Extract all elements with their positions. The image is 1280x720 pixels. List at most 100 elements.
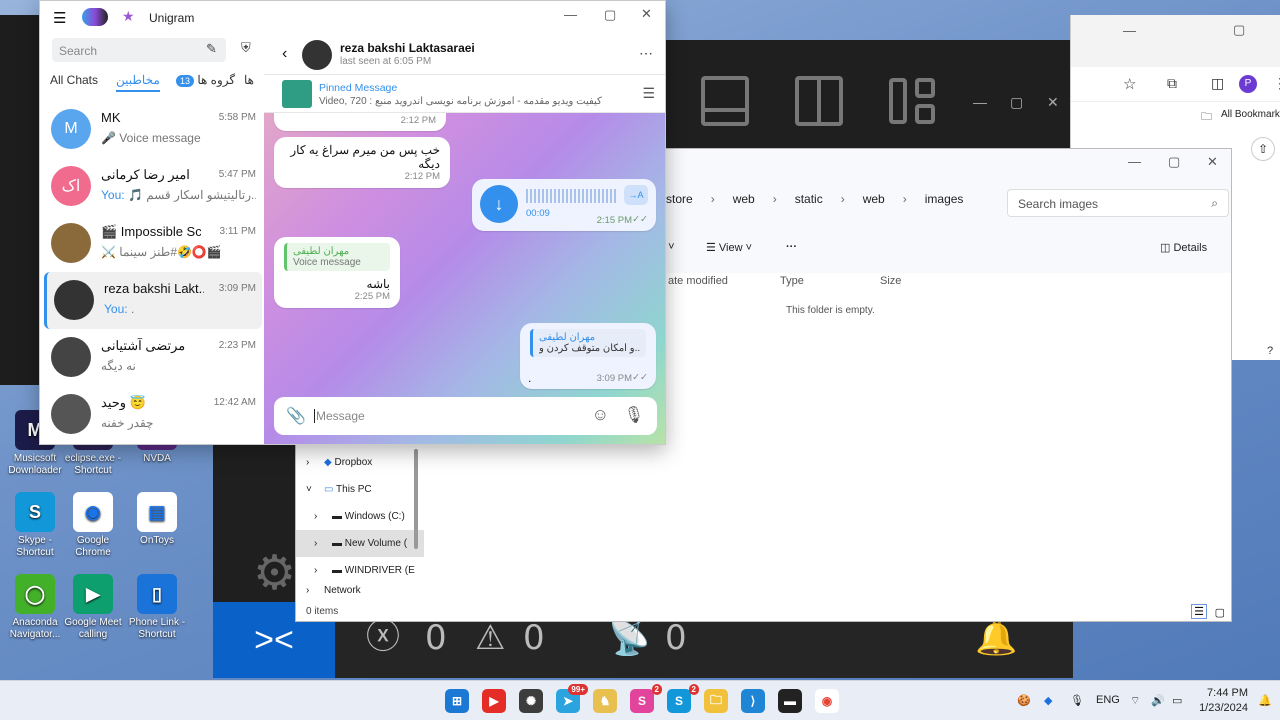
view-button[interactable]: ☰ View ˅	[706, 241, 752, 254]
layout-panel-icon[interactable]	[701, 76, 749, 126]
message-bubble[interactable]: 2:12 PM	[274, 113, 446, 131]
breadcrumb-item[interactable]: static	[795, 192, 823, 206]
emoji-icon[interactable]: ☺	[592, 405, 609, 425]
speech-to-text-button[interactable]: →A	[624, 185, 648, 205]
voice-message-bubble[interactable]: ↓ →A 00:09 2:15 PM ✓✓	[472, 179, 656, 231]
message-input[interactable]: Message	[314, 409, 365, 423]
desktop-shortcut[interactable]: ▯ Phone Link - Shortcut	[128, 574, 186, 641]
profile-avatar[interactable]: P	[1239, 75, 1257, 93]
search-input[interactable]: Search images ⌕	[1007, 189, 1229, 217]
star-icon[interactable]: ☆	[1123, 75, 1136, 93]
tray-app-icon[interactable]: 🍪	[1017, 694, 1031, 707]
minimize-icon[interactable]: —	[973, 94, 987, 110]
sidepanel-icon[interactable]: ◫	[1211, 75, 1224, 92]
tab-all-chats[interactable]: All Chats	[50, 73, 98, 87]
maximize-icon[interactable]: ▢	[604, 7, 616, 23]
message-bubble[interactable]: مهران لطیفی و امکان متوقف کردن و... . 3:…	[520, 323, 656, 389]
desktop-shortcut[interactable]: ◉ Google Chrome	[64, 492, 122, 559]
desktop-shortcut[interactable]: ◯ Anaconda Navigator...	[6, 574, 64, 641]
microphone-icon[interactable]: 🎙	[1070, 694, 1084, 707]
message-bubble[interactable]: خب پس من میرم سراغ یه کار دیگه 2:12 PM	[274, 137, 450, 188]
dropbox-tray-icon[interactable]: ◆	[1044, 694, 1052, 707]
pinned-message-bar[interactable]: Pinned Message Video, 720 : کیفیت ویدیو …	[264, 75, 665, 113]
youtube-icon[interactable]: ▶	[482, 689, 506, 713]
search-input[interactable]: Search	[52, 38, 226, 62]
compose-icon[interactable]: ✎	[206, 41, 217, 57]
download-icon[interactable]: ↓	[480, 185, 518, 223]
tiles-view-icon[interactable]: ▢	[1215, 606, 1225, 619]
chat-list-item[interactable]: M MK 5:58 PM 🎤 Voice message	[44, 101, 262, 158]
telegram-taskbar-icon[interactable]: ➤ 99+	[556, 684, 588, 713]
chrome-icon[interactable]: ◉	[815, 689, 839, 713]
skype-taskbar-icon[interactable]: S2	[630, 684, 662, 713]
close-icon[interactable]: ✕	[1047, 94, 1059, 111]
chatgpt-icon[interactable]: ✺	[519, 689, 543, 713]
chat-list-item[interactable]: اک امیر رضا کرمانی 5:47 PM You: 🎵 رتالیتیشو…	[44, 158, 262, 215]
app-icon[interactable]: ♞	[593, 689, 617, 713]
skype-icon[interactable]: S2	[667, 684, 699, 713]
chat-list-item[interactable]: 🎬 Impossible Sce... 3:11 PM ⚔️ طنز سینما#…	[44, 215, 262, 272]
chat-list-item[interactable]: وحید 😇 12:42 AM چقدر خفنه	[44, 386, 262, 443]
breadcrumb-item[interactable]: web	[863, 192, 885, 206]
more-options-icon[interactable]: ⋯	[639, 45, 653, 62]
message-bubble[interactable]: مهران لطیفی Voice message باشه 2:25 PM	[274, 237, 400, 308]
tab-groups[interactable]: گروه ها 13	[176, 73, 235, 87]
desktop-shortcut[interactable]: ▶ Google Meet calling	[64, 574, 122, 641]
volume-icon[interactable]: 🔊	[1151, 694, 1165, 707]
maximize-icon[interactable]: ▢	[1168, 154, 1180, 170]
notification-icon[interactable]: 🔔	[1258, 694, 1272, 707]
nav-item-windriver[interactable]: › ▬ WINDRIVER (E	[296, 557, 424, 584]
attach-icon[interactable]: 📎	[286, 406, 306, 426]
layout-custom-icon[interactable]	[889, 78, 937, 126]
breadcrumb-item[interactable]: store	[666, 192, 693, 206]
nav-item-dropbox[interactable]: › ◆ Dropbox	[296, 449, 424, 476]
hamburger-menu-icon[interactable]: ☰	[53, 9, 66, 27]
back-icon[interactable]: ‹	[282, 45, 287, 63]
bell-icon[interactable]: 🔔	[975, 618, 1017, 658]
clock[interactable]: 7:44 PM 1/23/2024	[1192, 686, 1248, 716]
minimize-icon[interactable]: —	[1123, 23, 1136, 38]
close-icon[interactable]: ✕	[1207, 154, 1218, 170]
nav-item-new-volume[interactable]: › ▬ New Volume (	[296, 530, 424, 557]
shield-icon[interactable]: ⛨	[241, 40, 251, 56]
vscode-icon[interactable]: ⟩	[741, 689, 765, 713]
ports-icon[interactable]: 📡	[608, 618, 650, 658]
pinned-list-icon[interactable]: ☰	[642, 85, 655, 102]
nav-item-windows-c[interactable]: › ▬ Windows (C:)	[296, 503, 424, 530]
reply-preview[interactable]: مهران لطیفی و امکان متوقف کردن و...	[530, 329, 646, 357]
column-size[interactable]: Size	[880, 275, 901, 287]
wifi-icon[interactable]: ⌔	[1130, 694, 1140, 708]
file-explorer-icon[interactable]: 🗀	[704, 689, 728, 713]
extensions-icon[interactable]: ⧉	[1167, 75, 1177, 92]
nav-scrollbar[interactable]	[414, 449, 418, 549]
microphone-icon[interactable]: 🎙	[624, 405, 644, 425]
help-icon[interactable]: ?	[1267, 345, 1273, 357]
maximize-icon[interactable]: ▢	[1010, 94, 1023, 111]
breadcrumb-item[interactable]: images	[925, 192, 964, 206]
details-button[interactable]: ◫ Details	[1160, 241, 1207, 254]
desktop-shortcut[interactable]: ▤ OnToys	[128, 492, 186, 547]
start-icon[interactable]: ⊞	[445, 689, 469, 713]
close-icon[interactable]: ✕	[641, 6, 652, 22]
chrome-menu-icon[interactable]: ⋮	[1273, 75, 1280, 92]
maximize-icon[interactable]: ▢	[1233, 22, 1245, 38]
battery-icon[interactable]: ▭	[1172, 694, 1182, 707]
tab-contacts[interactable]: مخاطبین	[116, 73, 160, 92]
minimize-icon[interactable]: —	[564, 7, 577, 22]
avatar[interactable]	[302, 40, 332, 70]
all-bookmarks-link[interactable]: All Bookmark	[1221, 109, 1280, 120]
more-options-button[interactable]: ···	[786, 241, 797, 253]
layout-split-icon[interactable]	[795, 76, 843, 126]
details-view-icon[interactable]: ☰	[1191, 604, 1207, 619]
minimize-icon[interactable]: —	[1128, 154, 1141, 169]
nav-item-network[interactable]: › Network	[296, 584, 424, 598]
nav-item-this-pc[interactable]: ˅ ▭ This PC	[296, 476, 424, 503]
tab-more[interactable]: ها	[244, 73, 254, 87]
chat-list-item[interactable]: reza bakshi Lakt... 3:09 PM You: .	[44, 272, 262, 329]
column-type[interactable]: Type	[780, 275, 804, 287]
share-icon[interactable]: ⇧	[1251, 137, 1275, 161]
terminal-icon[interactable]: ▬	[778, 689, 802, 713]
desktop-shortcut[interactable]: S Skype - Shortcut	[6, 492, 64, 559]
conversation-title[interactable]: reza bakshi Laktasaraei	[340, 41, 475, 55]
column-date[interactable]: ate modified	[668, 275, 728, 287]
